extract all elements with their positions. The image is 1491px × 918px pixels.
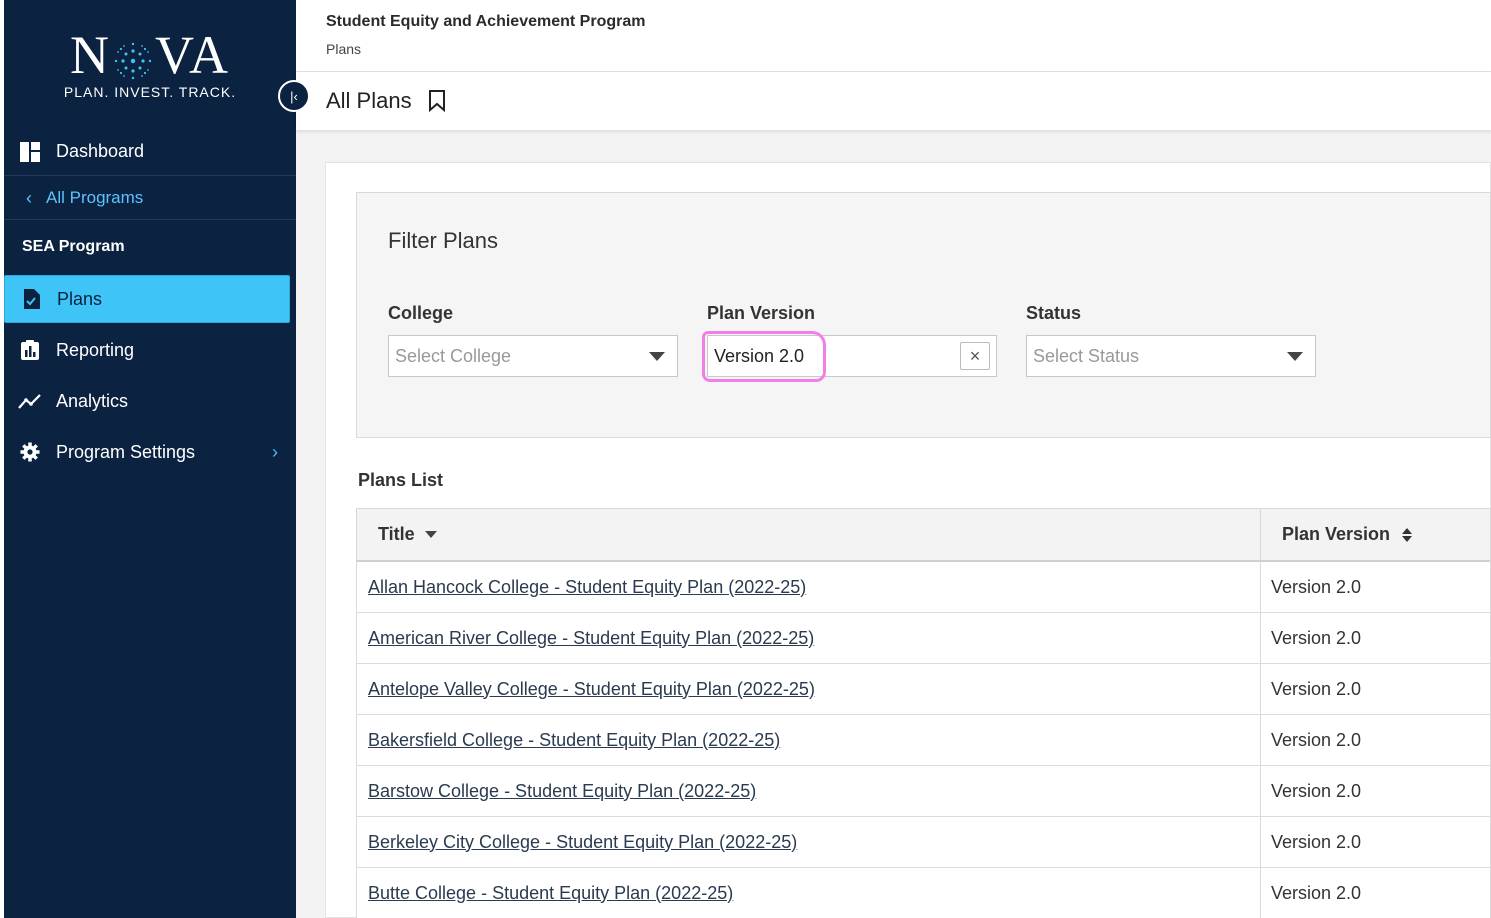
sidebar-item-label: Program Settings <box>56 441 196 462</box>
table-row: Butte College - Student Equity Plan (202… <box>357 868 1490 918</box>
collapse-left-icon: |‹ <box>290 88 298 104</box>
status-placeholder: Select Status <box>1033 345 1140 366</box>
chevron-left-icon: ‹ <box>26 187 32 208</box>
sidebar-item-label: Analytics <box>56 390 129 411</box>
plan-link[interactable]: Berkeley City College - Student Equity P… <box>368 832 797 853</box>
plan-version-select[interactable]: Version 2.0 × <box>707 335 997 377</box>
logo-tagline: PLAN. INVEST. TRACK. <box>63 84 237 100</box>
table-row: Antelope Valley College - Student Equity… <box>357 664 1490 715</box>
plan-link[interactable]: Allan Hancock College - Student Equity P… <box>368 577 806 598</box>
column-header-label: Plan Version <box>1282 524 1391 544</box>
sidebar-item-plans[interactable]: Plans <box>4 275 290 323</box>
breadcrumb[interactable]: Plans <box>326 41 361 57</box>
document-check-icon <box>19 287 43 311</box>
title-bar: All Plans <box>296 72 1491 130</box>
sidebar-item-reporting[interactable]: Reporting <box>4 326 296 374</box>
caret-down-icon <box>1287 352 1303 361</box>
sidebar-item-all-programs[interactable]: ‹ All Programs <box>4 177 296 220</box>
plan-link[interactable]: Antelope Valley College - Student Equity… <box>368 679 815 700</box>
page-header: Student Equity and Achievement Program P… <box>296 0 1491 72</box>
sidebar-item-label: Reporting <box>56 339 135 360</box>
filter-title: Filter Plans <box>388 228 499 253</box>
college-label: College <box>388 303 454 323</box>
nova-logo[interactable]: N VA PLAN. INVEST. TRACK. <box>4 28 296 100</box>
sidebar-item-analytics[interactable]: Analytics <box>4 377 296 425</box>
page-title: All Plans <box>326 88 412 113</box>
column-header-title[interactable]: Title <box>357 509 1261 560</box>
sort-icon <box>1402 527 1413 542</box>
plan-link[interactable]: Butte College - Student Equity Plan (202… <box>368 883 733 904</box>
table-row: Barstow College - Student Equity Plan (2… <box>357 766 1490 817</box>
plan-link[interactable]: American River College - Student Equity … <box>368 628 814 649</box>
chevron-right-icon: › <box>272 441 278 462</box>
bookmark-icon[interactable] <box>428 90 446 112</box>
sidebar-section-title: SEA Program <box>22 238 125 255</box>
status-label: Status <box>1026 303 1082 323</box>
table-cell-version: Version 2.0 <box>1271 729 1362 750</box>
plans-table: Title Plan Version Allan Hancock College… <box>356 508 1491 918</box>
table-row: American River College - Student Equity … <box>357 613 1490 664</box>
column-header-label: Title <box>378 524 415 544</box>
gear-icon <box>18 440 42 464</box>
table-cell-title: American River College - Student Equity … <box>357 613 1261 663</box>
table-cell-version: Version 2.0 <box>1271 831 1362 852</box>
table-cell-title: Antelope Valley College - Student Equity… <box>357 664 1261 714</box>
plan-version-value: Version 2.0 <box>714 345 805 366</box>
sidebar: N VA PLAN. INVEST. TRACK. Dashboard ‹ Al… <box>0 0 296 918</box>
college-select[interactable]: Select College <box>388 335 678 377</box>
table-cell-version: Version 2.0 <box>1271 882 1362 903</box>
collapse-sidebar-button[interactable]: |‹ <box>278 80 310 112</box>
caret-down-icon <box>649 352 665 361</box>
plans-list-title: Plans List <box>358 470 444 490</box>
dashboard-icon <box>18 140 42 164</box>
table-cell-version: Version 2.0 <box>1271 678 1362 699</box>
table-cell-version: Version 2.0 <box>1271 780 1362 801</box>
table-cell-title: Berkeley City College - Student Equity P… <box>357 817 1261 867</box>
table-cell-version: Version 2.0 <box>1271 627 1362 648</box>
program-name: Student Equity and Achievement Program <box>326 13 646 30</box>
chart-clipboard-icon <box>18 338 42 362</box>
table-row: Bakersfield College - Student Equity Pla… <box>357 715 1490 766</box>
trend-line-icon <box>18 389 42 413</box>
table-cell-title: Allan Hancock College - Student Equity P… <box>357 562 1261 612</box>
sidebar-item-program-settings[interactable]: Program Settings › <box>4 428 296 476</box>
sort-descending-icon <box>424 531 437 538</box>
table-row: Berkeley City College - Student Equity P… <box>357 817 1490 868</box>
starburst-icon <box>114 42 152 79</box>
column-header-plan-version[interactable]: Plan Version <box>1261 509 1490 560</box>
clear-icon[interactable]: × <box>960 342 990 370</box>
filter-panel: Filter Plans College Select College Plan… <box>356 192 1491 438</box>
sidebar-item-label: All Programs <box>46 188 144 207</box>
plan-link[interactable]: Bakersfield College - Student Equity Pla… <box>368 730 780 751</box>
status-select[interactable]: Select Status <box>1026 335 1316 377</box>
table-cell-title: Barstow College - Student Equity Plan (2… <box>357 766 1261 816</box>
table-header: Title Plan Version <box>357 509 1490 562</box>
table-row: Allan Hancock College - Student Equity P… <box>357 562 1490 613</box>
sidebar-item-label: Dashboard <box>56 141 145 161</box>
table-cell-title: Butte College - Student Equity Plan (202… <box>357 868 1261 918</box>
sidebar-item-dashboard[interactable]: Dashboard <box>4 128 296 176</box>
sidebar-item-label: Plans <box>57 288 103 309</box>
plan-link[interactable]: Barstow College - Student Equity Plan (2… <box>368 781 756 802</box>
logo-wordmark: N VA <box>69 25 231 85</box>
college-placeholder: Select College <box>395 345 512 366</box>
table-cell-title: Bakersfield College - Student Equity Pla… <box>357 715 1261 765</box>
plan-version-label: Plan Version <box>707 303 816 323</box>
table-cell-version: Version 2.0 <box>1271 576 1362 597</box>
